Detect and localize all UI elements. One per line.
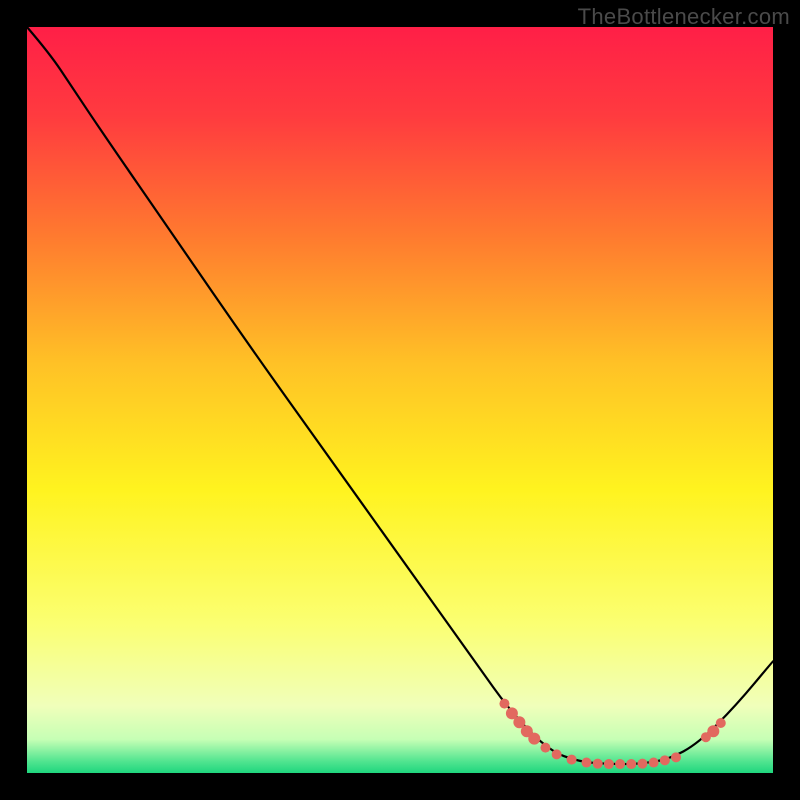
marker-dot xyxy=(660,755,670,765)
marker-dot xyxy=(582,758,592,768)
marker-dot xyxy=(528,733,540,745)
marker-dot xyxy=(552,749,562,759)
gradient-background xyxy=(27,27,773,773)
marker-dot xyxy=(649,758,659,768)
marker-dot xyxy=(567,755,577,765)
plot-area xyxy=(27,27,773,773)
chart-svg xyxy=(27,27,773,773)
chart-frame: TheBottlenecker.com xyxy=(0,0,800,800)
marker-dot xyxy=(615,759,625,769)
marker-dot xyxy=(604,759,614,769)
marker-dot xyxy=(671,752,681,762)
marker-dot xyxy=(499,699,509,709)
marker-dot xyxy=(626,759,636,769)
marker-dot xyxy=(540,743,550,753)
marker-dot xyxy=(637,759,647,769)
marker-dot xyxy=(593,759,603,769)
marker-dot xyxy=(716,718,726,728)
marker-dot xyxy=(707,725,719,737)
